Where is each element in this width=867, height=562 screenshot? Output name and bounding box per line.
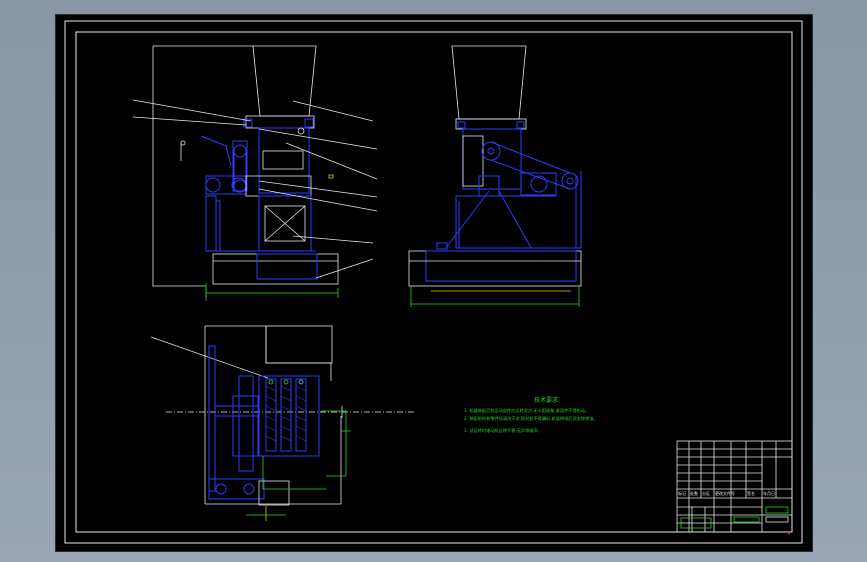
tech-note-line-2: 2. 装配前所有零件须清洗干净,密封处不得漏料,机架焊接后须去除焊渣。 <box>464 415 598 422</box>
front-hopper <box>252 45 317 117</box>
front-crusher-housing <box>258 127 310 194</box>
assembly-drawing: 技术要求 1. 机器装配后各运动部件应运转灵活,无卡阻现象,紧固件不得松动。 2… <box>64 20 803 544</box>
tech-note-line-3: 3. 试运转时电动机运转平稳,无异常噪声。 <box>464 427 542 434</box>
tb-label-4: 更改文件号 <box>715 490 735 496</box>
front-leaders <box>132 99 378 379</box>
tb-label-3: 分区 <box>702 490 710 496</box>
tech-notes-title: 技术要求 <box>534 396 558 404</box>
tb-label-6: 年月日 <box>763 490 775 496</box>
cad-viewport[interactable]: 技术要求 1. 机器装配后各运动部件应运转灵活,无卡阻现象,紧固件不得松动。 2… <box>55 14 813 552</box>
tb-label-5: 签名 <box>747 490 755 496</box>
side-hopper <box>451 45 527 120</box>
side-view[interactable] <box>408 45 582 307</box>
top-rotor-housing <box>258 375 320 457</box>
tb-label-2: 处数 <box>690 490 698 496</box>
title-block: 标记 处数 分区 更改文件号 签名 年月日 <box>676 440 793 534</box>
tech-note-line-1: 1. 机器装配后各运动部件应运转灵活,无卡阻现象,紧固件不得松动。 <box>464 407 589 414</box>
technical-notes: 技术要求 1. 机器装配后各运动部件应运转灵活,无卡阻现象,紧固件不得松动。 2… <box>464 396 598 434</box>
front-view[interactable] <box>152 45 339 301</box>
tb-label-1: 标记 <box>678 490 686 496</box>
